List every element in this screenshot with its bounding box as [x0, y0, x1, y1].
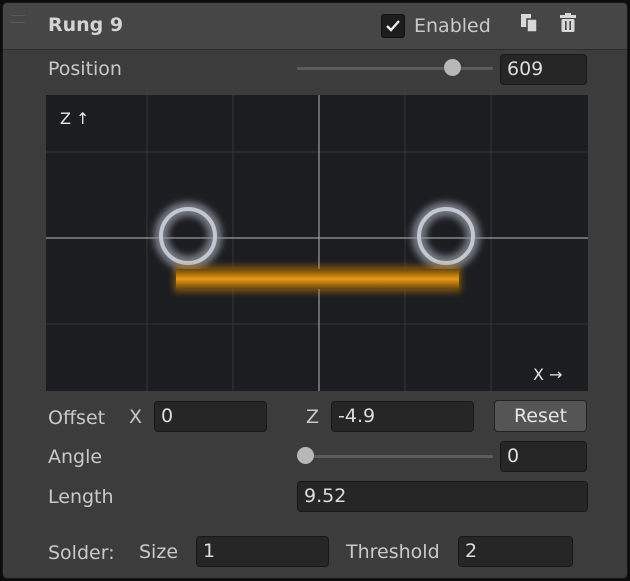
- panel-header: Rung 9 Enabled: [3, 3, 627, 50]
- solder-size-label: Size: [139, 541, 179, 563]
- position-slider-track[interactable]: [297, 67, 493, 70]
- grid-lines: [46, 95, 588, 391]
- reset-button[interactable]: Reset: [494, 400, 587, 432]
- rung-bar: [174, 266, 461, 292]
- z-axis-label: Z ↑: [60, 109, 90, 128]
- position-label: Position: [48, 58, 122, 80]
- solder-size-field[interactable]: 1: [196, 536, 329, 567]
- offset-z-field[interactable]: -4.9: [331, 401, 474, 432]
- enabled-label: Enabled: [414, 15, 491, 37]
- offset-x-field[interactable]: 0: [154, 401, 267, 432]
- angle-value-field[interactable]: 0: [500, 441, 587, 472]
- length-field[interactable]: 9.52: [297, 481, 588, 512]
- x-axis-label: X →: [533, 365, 563, 384]
- offset-label: Offset: [48, 407, 106, 429]
- check-icon: [386, 20, 400, 32]
- axis-lines: [46, 95, 588, 391]
- angle-slider-track[interactable]: [297, 455, 493, 458]
- preview-canvas: [46, 95, 588, 391]
- offset-z-label: Z: [306, 406, 320, 428]
- rung-preview-viewport[interactable]: Z ↑ X →: [46, 95, 588, 391]
- solder-label: Solder:: [48, 542, 115, 564]
- left-ring: [154, 202, 222, 270]
- copy-icon[interactable]: [519, 12, 541, 34]
- right-ring: [412, 202, 480, 270]
- length-label: Length: [48, 486, 114, 508]
- angle-label: Angle: [48, 446, 103, 468]
- offset-x-label: X: [129, 406, 143, 428]
- position-value-field[interactable]: 609: [500, 54, 587, 85]
- angle-slider-thumb[interactable]: [297, 447, 314, 464]
- solder-threshold-label: Threshold: [346, 541, 440, 563]
- panel-title: Rung 9: [48, 14, 124, 36]
- drag-handle-icon[interactable]: [11, 15, 25, 23]
- rung-panel: Rung 9 Enabled Position 609 Z ↑ X → Offs…: [2, 2, 628, 579]
- enabled-checkbox[interactable]: [381, 14, 405, 38]
- trash-icon[interactable]: [557, 12, 579, 34]
- solder-threshold-field[interactable]: 2: [458, 536, 573, 567]
- position-slider-thumb[interactable]: [443, 59, 461, 76]
